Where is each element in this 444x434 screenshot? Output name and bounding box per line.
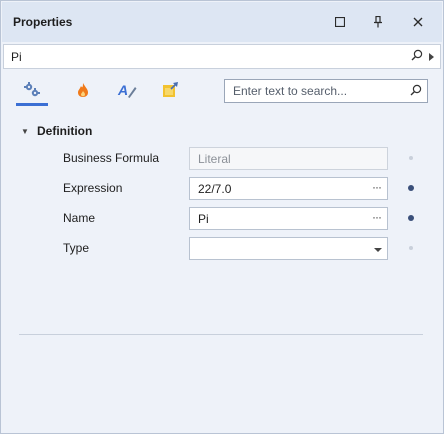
description-pane xyxy=(3,335,441,429)
search-icon[interactable] xyxy=(410,84,422,99)
ellipsis-button[interactable]: ··· xyxy=(372,180,382,194)
object-selector[interactable]: Pi xyxy=(3,44,441,69)
svg-text:A: A xyxy=(117,82,128,98)
property-modified-dot[interactable] xyxy=(408,215,414,221)
property-modified-dot[interactable] xyxy=(408,185,414,191)
events-icon xyxy=(76,82,90,101)
property-search-box[interactable] xyxy=(224,79,428,103)
tab-categorized[interactable] xyxy=(12,76,52,106)
object-selector-value: Pi xyxy=(11,50,22,64)
name-field[interactable]: Pi ··· xyxy=(189,207,388,230)
maximize-icon[interactable] xyxy=(330,12,350,32)
panel-titlebar: Properties xyxy=(2,2,442,42)
dropdown-arrow-icon[interactable] xyxy=(374,243,382,257)
property-label-type: Type xyxy=(63,241,90,255)
business-formula-value: Literal xyxy=(198,152,231,166)
property-search-input[interactable] xyxy=(225,80,405,102)
categorized-icon xyxy=(23,81,41,102)
expression-value: 22/7.0 xyxy=(198,182,232,196)
search-icon[interactable] xyxy=(411,49,423,64)
close-icon[interactable] xyxy=(408,12,428,32)
chevron-down-icon[interactable]: ▼ xyxy=(21,127,33,136)
business-formula-field: Literal xyxy=(189,147,388,170)
tab-alphabetical[interactable]: A xyxy=(107,76,147,106)
property-grid: ▼ Definition Business Formula Literal Ex… xyxy=(3,112,441,333)
panel-title: Properties xyxy=(13,15,73,29)
property-label-name: Name xyxy=(63,211,96,225)
properties-panel: Properties Pi A Enter text to search... … xyxy=(0,0,444,434)
favorites-icon xyxy=(162,81,180,102)
category-definition[interactable]: ▼ Definition xyxy=(21,124,92,138)
tab-favorites[interactable] xyxy=(151,76,191,106)
property-label-business-formula: Business Formula xyxy=(63,151,160,165)
properties-toolbar: A xyxy=(3,72,441,110)
ellipsis-button[interactable]: ··· xyxy=(372,210,382,224)
property-label-expression: Expression xyxy=(63,181,123,195)
name-value: Pi xyxy=(198,212,209,226)
type-dropdown[interactable] xyxy=(189,237,388,260)
object-selector-actions[interactable] xyxy=(411,49,434,64)
chevron-right-icon[interactable] xyxy=(429,50,434,64)
pin-icon[interactable] xyxy=(368,12,388,32)
alphabetical-icon: A xyxy=(117,81,137,102)
tab-events[interactable] xyxy=(63,76,103,106)
category-label: Definition xyxy=(37,124,93,138)
expression-field[interactable]: 22/7.0 ··· xyxy=(189,177,388,200)
property-status-dot xyxy=(409,156,413,160)
property-status-dot xyxy=(409,246,413,250)
